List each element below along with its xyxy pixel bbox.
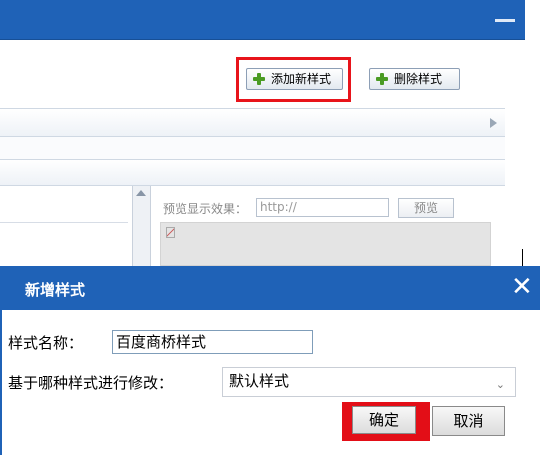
broken-image-icon: [166, 227, 175, 238]
scroll-up-icon[interactable]: [136, 190, 146, 196]
base-style-select[interactable]: 默认样式 ⌄: [222, 367, 516, 397]
add-style-button[interactable]: 添加新样式: [246, 68, 343, 90]
chevron-down-icon: ⌄: [495, 378, 505, 391]
top-title-bar: [0, 0, 525, 40]
ok-button[interactable]: 确定: [352, 406, 416, 434]
dialog-title: 新增样式: [25, 281, 86, 299]
dialog-title-bar: 新增样式 ✕: [0, 266, 540, 310]
plus-icon: [253, 73, 265, 85]
section-row: [0, 160, 505, 186]
style-name-input[interactable]: 百度商桥样式: [112, 330, 313, 354]
style-name-label: 样式名称：: [8, 334, 84, 352]
base-style-label: 基于哪种样式进行修改：: [8, 374, 174, 392]
preview-button[interactable]: 预览: [398, 198, 454, 218]
divider: [0, 222, 128, 223]
base-style-value: 默认样式: [229, 372, 290, 390]
minimize-icon[interactable]: [495, 19, 515, 22]
preview-label: 预览显示效果：: [163, 202, 248, 216]
new-style-dialog: 新增样式 ✕ 样式名称： 百度商桥样式 基于哪种样式进行修改： 默认样式 ⌄ 确…: [0, 266, 540, 455]
section-row: [0, 137, 505, 160]
preview-url-input[interactable]: http://: [256, 198, 389, 217]
expand-arrow-icon[interactable]: [490, 118, 497, 128]
delete-style-button[interactable]: 删除样式: [369, 68, 460, 90]
dialog-body: 样式名称： 百度商桥样式 基于哪种样式进行修改： 默认样式 ⌄ 确定 取消: [0, 310, 540, 455]
add-style-label: 添加新样式: [271, 72, 332, 86]
style-list-panel: [0, 186, 128, 266]
section-header-row[interactable]: [0, 108, 505, 137]
plus-icon: [376, 73, 388, 85]
vertical-scrollbar[interactable]: [132, 186, 151, 266]
close-icon[interactable]: ✕: [511, 272, 533, 302]
preview-area: [160, 222, 491, 266]
cancel-button[interactable]: 取消: [432, 406, 505, 436]
dialog-border: [0, 310, 2, 455]
delete-style-label: 删除样式: [394, 72, 443, 86]
